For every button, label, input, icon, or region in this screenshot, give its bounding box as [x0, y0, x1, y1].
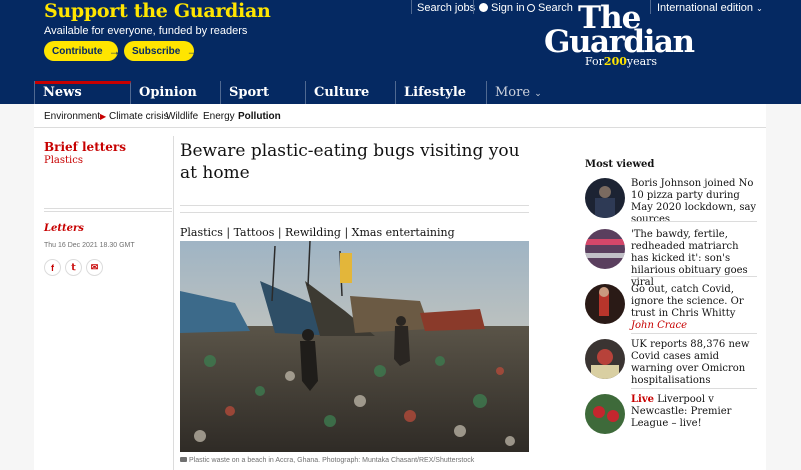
live-badge: Live: [631, 394, 655, 405]
contribute-label: Contribute: [52, 45, 103, 57]
search-jobs-link[interactable]: Search jobs: [417, 2, 475, 14]
logo-tagline: For200years: [585, 55, 657, 68]
tag-prefix: For: [585, 55, 604, 68]
tag-number: 200: [603, 55, 627, 68]
article-meta: Brief letters Plastics Letters Thu 16 De…: [34, 128, 174, 470]
subnav-climate-crisis[interactable]: Climate crisis: [109, 111, 168, 122]
article-topics: Plastics | Tattoos | Rewilding | Xmas en…: [180, 226, 455, 239]
nav-lifestyle[interactable]: Lifestyle: [396, 81, 487, 104]
subnav-energy[interactable]: Energy: [203, 111, 235, 122]
photo-caption-text: Plastic waste on a beach in Accra, Ghana…: [189, 457, 475, 464]
chevron-down-icon: ⌄: [534, 89, 542, 99]
article-kicker-sub[interactable]: Plastics: [44, 155, 83, 166]
main-nav: News Opinion Sport Culture Lifestyle Mor…: [34, 81, 766, 104]
triangle-right-icon: ▶: [100, 112, 107, 121]
thumbnail: [585, 178, 625, 218]
byline: John Crace: [631, 320, 688, 331]
thumbnail: [585, 339, 625, 379]
thumbnail: [585, 229, 625, 269]
tag-suffix: years: [626, 55, 658, 68]
headline-text: Go out, catch Covid, ignore the science.…: [631, 284, 744, 319]
nav-more[interactable]: More ⌄: [487, 81, 567, 104]
chevron-down-icon: ⌄: [756, 4, 763, 13]
divider: [173, 136, 174, 470]
subscribe-label: Subscribe: [132, 45, 181, 57]
masthead: Support the Guardian Available for every…: [0, 0, 801, 104]
most-viewed-headline: UK reports 88,376 new Covid cases amid w…: [631, 339, 750, 386]
twitter-share-icon[interactable]: 𝕥: [65, 259, 82, 276]
divider: [631, 276, 757, 277]
divider: [631, 333, 757, 334]
nav-culture[interactable]: Culture: [306, 81, 396, 104]
article-kicker[interactable]: Brief letters: [44, 140, 126, 154]
facebook-share-icon[interactable]: f: [44, 259, 61, 276]
most-viewed-item[interactable]: Live Liverpool v Newcastle: Premier Leag…: [585, 394, 757, 446]
email-share-icon[interactable]: ✉: [86, 259, 103, 276]
search-label: Search: [538, 2, 573, 14]
subnav-pollution[interactable]: Pollution: [238, 111, 281, 122]
most-viewed-item[interactable]: Go out, catch Covid, ignore the science.…: [585, 284, 757, 336]
most-viewed-item[interactable]: 'The bawdy, fertile, redheaded matriarch…: [585, 229, 757, 288]
divider: [44, 208, 172, 212]
most-viewed-headline: 'The bawdy, fertile, redheaded matriarch…: [631, 229, 748, 288]
divider: [631, 388, 757, 389]
article-photo: [180, 241, 529, 452]
most-viewed-headline: Boris Johnson joined No 10 pizza party d…: [631, 178, 757, 225]
series-label[interactable]: Letters: [44, 223, 84, 234]
most-viewed-headline: Live Liverpool v Newcastle: Premier Leag…: [631, 394, 757, 430]
subnav-environment[interactable]: Environment: [44, 111, 100, 122]
divider: [180, 205, 529, 213]
contribute-button[interactable]: Contribute →: [44, 41, 121, 61]
divider: [411, 0, 412, 14]
photo-caption: Plastic waste on a beach in Accra, Ghana…: [180, 457, 474, 464]
publish-date: Thu 16 Dec 2021 18.30 GMT: [44, 242, 135, 249]
arrow-right-icon: →: [108, 44, 121, 58]
edition-selector[interactable]: International edition ⌄: [657, 2, 763, 14]
search-icon: [527, 4, 535, 12]
most-viewed-headline: Go out, catch Covid, ignore the science.…: [631, 284, 757, 332]
sign-in-link[interactable]: Sign in: [479, 2, 525, 14]
most-viewed-title: Most viewed: [585, 159, 655, 170]
most-viewed-item[interactable]: UK reports 88,376 new Covid cases amid w…: [585, 339, 757, 391]
sub-nav: Environment ▶ Climate crisis Wildlife En…: [34, 104, 766, 128]
arrow-right-icon: →: [186, 44, 199, 58]
most-viewed-item[interactable]: Boris Johnson joined No 10 pizza party d…: [585, 178, 757, 230]
thumbnail: [585, 394, 625, 434]
divider: [650, 0, 651, 14]
thumbnail: [585, 284, 625, 324]
nav-opinion[interactable]: Opinion: [131, 81, 221, 104]
subnav-wildlife[interactable]: Wildlife: [166, 111, 198, 122]
subscribe-button[interactable]: Subscribe →: [124, 41, 198, 61]
divider: [473, 0, 474, 14]
article-headline: Beware plastic-eating bugs visiting you …: [180, 141, 520, 183]
support-title: Support the Guardian: [44, 0, 271, 22]
nav-news[interactable]: News: [35, 81, 131, 104]
user-icon: [479, 3, 488, 12]
support-subtitle: Available for everyone, funded by reader…: [44, 25, 248, 37]
article-area: Brief letters Plastics Letters Thu 16 De…: [34, 128, 766, 470]
nav-more-label: More: [495, 85, 531, 100]
nav-sport[interactable]: Sport: [221, 81, 306, 104]
edition-label: International edition: [657, 2, 754, 14]
camera-icon: [180, 457, 187, 462]
divider: [631, 221, 757, 222]
search-link[interactable]: Search: [527, 2, 573, 14]
sign-in-label: Sign in: [491, 2, 525, 14]
